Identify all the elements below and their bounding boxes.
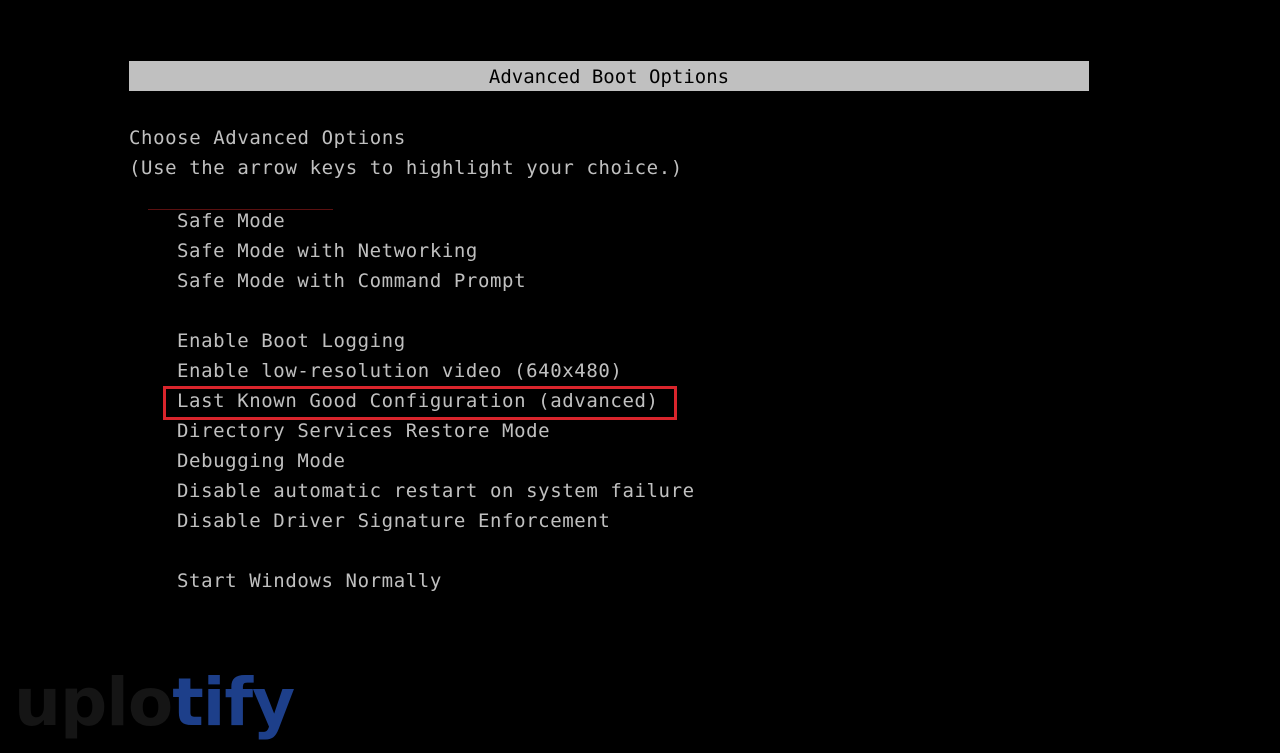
option-disable-auto-restart[interactable]: Disable automatic restart on system fail… xyxy=(177,476,695,506)
highlight-box xyxy=(163,386,677,420)
watermark-logo: uplotify xyxy=(14,668,295,738)
title-bar: Advanced Boot Options xyxy=(129,61,1089,91)
option-start-windows-normally[interactable]: Start Windows Normally xyxy=(177,566,442,596)
logo-part-1: uplo xyxy=(14,664,173,741)
option-enable-boot-logging[interactable]: Enable Boot Logging xyxy=(177,326,406,356)
option-disable-driver-signature[interactable]: Disable Driver Signature Enforcement xyxy=(177,506,610,536)
option-low-resolution-video[interactable]: Enable low-resolution video (640x480) xyxy=(177,356,622,386)
instruction-text: (Use the arrow keys to highlight your ch… xyxy=(129,157,683,179)
option-debugging-mode[interactable]: Debugging Mode xyxy=(177,446,346,476)
option-safe-mode[interactable]: Safe Mode xyxy=(177,206,285,236)
choose-heading: Choose Advanced Options xyxy=(129,127,406,149)
option-safe-mode-command-prompt[interactable]: Safe Mode with Command Prompt xyxy=(177,266,526,296)
option-directory-services-restore[interactable]: Directory Services Restore Mode xyxy=(177,416,550,446)
logo-part-2: tify xyxy=(172,664,295,741)
option-safe-mode-networking[interactable]: Safe Mode with Networking xyxy=(177,236,478,266)
